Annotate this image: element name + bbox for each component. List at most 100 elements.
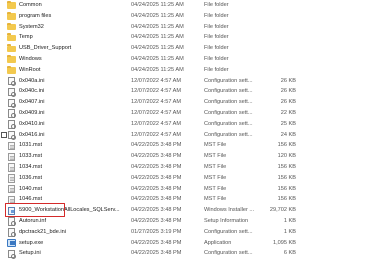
file-name[interactable]: 0x0409.ini xyxy=(19,110,127,116)
file-name[interactable]: 1033.mst xyxy=(19,153,127,159)
folder-icon xyxy=(7,55,16,63)
file-row[interactable]: 1040.mst 04/22/2025 3:48 PM MST File 156 KB xyxy=(0,184,371,195)
file-name[interactable]: 1031.mst xyxy=(19,142,127,148)
mst-file-icon xyxy=(7,174,16,183)
ini-file-icon xyxy=(7,217,16,226)
file-name[interactable]: 0x040c.ini xyxy=(19,88,127,94)
file-name[interactable]: 1040.mst xyxy=(19,186,127,192)
file-row[interactable]: USB_Driver_Support 04/24/2025 11:25 AM Fil… xyxy=(0,43,371,54)
file-name[interactable]: 1034.mst xyxy=(19,164,127,170)
file-name[interactable]: 0x0407.ini xyxy=(19,99,127,105)
file-row[interactable]: program files 04/24/2025 11:25 AM File fol… xyxy=(0,11,371,22)
file-row[interactable]: Setup.ini 04/22/2025 3:48 PM Configuration… xyxy=(0,249,371,260)
file-name[interactable]: Autorun.inf xyxy=(19,218,127,224)
file-name[interactable]: 0x040a.ini xyxy=(19,78,127,84)
file-date-modified: 04/22/2025 3:48 PM xyxy=(131,164,182,171)
file-name[interactable]: 0x0410.ini xyxy=(19,121,127,127)
file-date-modified: 04/24/2025 11:25 AM xyxy=(131,56,184,63)
file-date-modified: 04/22/2025 3:48 PM xyxy=(131,174,182,181)
mst-file-icon xyxy=(7,141,16,151)
file-row[interactable]: Common 04/24/2025 11:25 AM File folder xyxy=(0,0,371,11)
file-date-modified: 04/24/2025 11:25 AM xyxy=(131,12,184,19)
file-name[interactable]: setup.exe xyxy=(19,240,127,246)
mst-file-icon xyxy=(7,184,16,194)
file-date-modified: 04/24/2025 11:25 AM xyxy=(131,23,184,30)
ini-file-icon xyxy=(7,76,16,86)
file-name[interactable]: WinRoot xyxy=(19,67,127,73)
file-row[interactable]: dpctrack21_bde.ini 01/27/2025 3:19 PM Conf… xyxy=(0,227,371,238)
file-row[interactable]: 1034.mst 04/22/2025 3:48 PM MST File 156 KB xyxy=(0,162,371,173)
file-size: 120 KB xyxy=(277,153,296,160)
file-row[interactable]: 0x0410.ini 12/07/2022 4:57 AM Configuratio… xyxy=(0,119,371,130)
file-date-modified: 04/24/2025 11:25 AM xyxy=(131,2,184,9)
file-row[interactable]: Temp 04/24/2025 11:25 AM File folder xyxy=(0,33,371,44)
ini-file-icon xyxy=(7,87,16,97)
file-date-modified: 12/07/2022 4:57 AM xyxy=(131,120,182,127)
file-size: 24 KB xyxy=(280,131,296,138)
file-size: 156 KB xyxy=(277,164,296,171)
file-size: 25 KB xyxy=(280,120,296,127)
mst-file-icon xyxy=(7,152,16,162)
file-row[interactable]: WinRoot 04/24/2025 11:25 AM File folder xyxy=(0,65,371,76)
file-size: 22 KB xyxy=(280,110,296,117)
file-row[interactable]: 0x040a.ini 12/07/2022 4:57 AM Configuratio… xyxy=(0,76,371,87)
file-date-modified: 04/22/2025 3:48 PM xyxy=(131,196,182,203)
file-list: Common 04/24/2025 11:25 AM File folder prog… xyxy=(0,0,371,268)
file-row[interactable]: 1031.mst 04/22/2025 3:48 PM MST File 156 KB xyxy=(0,141,371,152)
ini-file-icon xyxy=(7,130,16,140)
folder-icon xyxy=(7,11,16,20)
file-date-modified: 12/07/2022 4:57 AM xyxy=(131,110,182,117)
file-size: 26 KB xyxy=(280,88,296,95)
mst-file-icon xyxy=(7,163,16,172)
file-date-modified: 04/24/2025 11:25 AM xyxy=(131,45,184,52)
file-date-modified: 12/07/2022 4:57 AM xyxy=(131,77,182,84)
file-row[interactable]: Windows 04/24/2025 11:25 AM File folder xyxy=(0,54,371,65)
file-date-modified: 01/27/2025 3:19 PM xyxy=(131,228,182,235)
file-date-modified: 04/22/2025 3:48 PM xyxy=(131,153,182,160)
file-name[interactable]: System32 xyxy=(19,24,127,30)
file-row[interactable]: 0x0409.ini 12/07/2022 4:57 AM Configuratio… xyxy=(0,108,371,119)
file-name[interactable]: program files xyxy=(19,13,127,19)
file-name[interactable]: Windows xyxy=(19,56,127,62)
file-size: 156 KB xyxy=(277,142,296,149)
file-size: 156 KB xyxy=(277,174,296,181)
file-row[interactable]: setup.exe 04/22/2025 3:48 PM Application 1,… xyxy=(0,238,371,249)
file-name[interactable]: USB_Driver_Support xyxy=(19,45,127,51)
setup-exe-highlight-box xyxy=(5,203,65,217)
file-type: File folder xyxy=(204,45,229,52)
file-name[interactable]: 0x0416.ini xyxy=(19,132,127,138)
file-name[interactable]: 1036.mst xyxy=(19,175,127,181)
file-row[interactable]: Autorun.inf 04/22/2025 3:48 PM Setup Infor… xyxy=(0,216,371,227)
file-name[interactable]: Temp xyxy=(19,34,127,40)
file-date-modified: 04/22/2025 3:48 PM xyxy=(131,142,182,149)
file-row[interactable]: 1033.mst 04/22/2025 3:48 PM MST File 120 KB xyxy=(0,151,371,162)
exe-file-icon xyxy=(7,238,16,247)
file-type: File folder xyxy=(204,66,229,73)
file-size: 26 KB xyxy=(280,99,296,106)
ini-file-icon xyxy=(7,98,16,108)
file-size: 1 KB xyxy=(283,228,296,235)
file-name[interactable]: Setup.ini xyxy=(19,250,127,256)
file-type: File folder xyxy=(204,34,229,41)
file-date-modified: 12/07/2022 4:57 AM xyxy=(131,88,182,95)
file-date-modified: 12/07/2022 4:57 AM xyxy=(131,131,182,138)
file-name[interactable]: 1046.mst xyxy=(19,196,127,202)
file-row[interactable]: 0x0416.ini 12/07/2022 4:57 AM Configuratio… xyxy=(0,130,371,141)
file-name[interactable]: dpctrack21_bde.ini xyxy=(19,229,127,235)
folder-icon xyxy=(7,22,16,31)
row-checkbox[interactable] xyxy=(1,132,7,138)
file-row[interactable]: 0x0407.ini 12/07/2022 4:57 AM Configuratio… xyxy=(0,97,371,108)
file-type: File folder xyxy=(204,56,229,63)
file-row[interactable]: 0x040c.ini 12/07/2022 4:57 AM Configuratio… xyxy=(0,87,371,98)
file-date-modified: 04/24/2025 11:25 AM xyxy=(131,66,184,73)
folder-icon xyxy=(7,65,16,74)
file-size: 156 KB xyxy=(277,196,296,203)
folder-icon xyxy=(7,44,16,53)
file-row[interactable]: System32 04/24/2025 11:25 AM File folder xyxy=(0,22,371,33)
ini-file-icon xyxy=(7,120,16,129)
folder-icon xyxy=(7,1,16,9)
file-name[interactable]: Common xyxy=(19,2,127,8)
file-row[interactable]: 1036.mst 04/22/2025 3:48 PM MST File 156 KB xyxy=(0,173,371,184)
file-date-modified: 04/24/2025 11:25 AM xyxy=(131,34,184,41)
file-date-modified: 04/22/2025 3:48 PM xyxy=(131,207,182,214)
